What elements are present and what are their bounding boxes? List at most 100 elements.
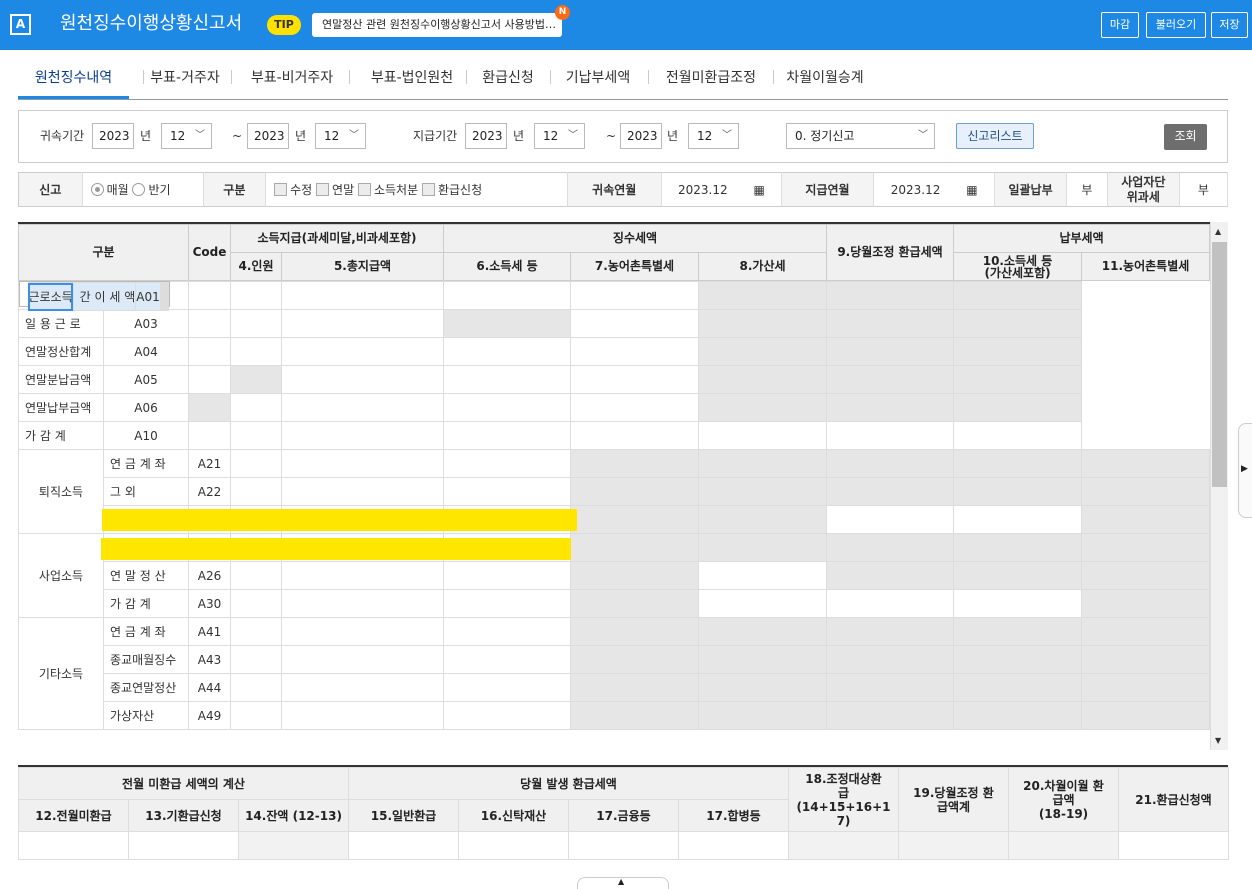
report-list-button[interactable]: 신고리스트 [956, 123, 1034, 149]
table-row[interactable]: 가 감 계 A30 [19, 589, 1211, 618]
amount-cell[interactable] [570, 281, 699, 310]
amount-cell[interactable] [281, 701, 444, 730]
belong-to-month-select[interactable]: 12 ﹀ [315, 123, 366, 149]
amount-cell[interactable] [230, 477, 282, 506]
c17-cell[interactable] [568, 831, 679, 860]
pay-ym-field[interactable]: 2023.12 ▦ [873, 172, 996, 207]
load-button[interactable]: 불러오기 [1146, 12, 1206, 38]
amount-cell[interactable] [570, 365, 699, 394]
amount-cell[interactable] [281, 449, 444, 478]
belong-from-year-input[interactable]: 2023 [92, 123, 134, 149]
table-row[interactable]: 퇴직소득 연 금 계 좌 A21 [18, 449, 1211, 534]
belong-to-year-input[interactable]: 2023 [247, 123, 289, 149]
amount-cell[interactable] [826, 589, 955, 618]
report-cycle-radio[interactable]: 매월 반기 [82, 172, 204, 207]
amount-cell[interactable] [443, 337, 571, 366]
table-row[interactable]: 연말분납금액 A05 [18, 365, 1210, 394]
amount-cell[interactable] [570, 393, 699, 422]
amount-cell[interactable] [443, 477, 571, 506]
pay-to-month-select[interactable]: 12 ﹀ [688, 123, 739, 149]
amount-cell[interactable] [697, 421, 828, 450]
table-row[interactable]: 연말정산합계 A04 [18, 337, 1210, 366]
c13-cell[interactable] [128, 831, 239, 860]
amount-cell[interactable] [188, 281, 231, 310]
c17b-cell[interactable] [678, 831, 789, 860]
amount-cell[interactable] [188, 309, 231, 338]
table-row[interactable]: 기타소득 연 금 계 좌 A41 [18, 617, 1211, 730]
amount-cell[interactable] [230, 673, 282, 702]
table-row[interactable]: 연말납부금액 A06 [18, 393, 1210, 422]
amount-cell[interactable] [281, 393, 444, 422]
amount-cell[interactable] [281, 645, 444, 674]
amount-cell[interactable] [443, 645, 571, 674]
kind-checkboxes[interactable]: 수정 연말 소득처분 환급신청 [265, 172, 568, 207]
amount-cell[interactable] [230, 589, 282, 618]
checkbox-icon[interactable] [421, 183, 435, 196]
amount-cell[interactable] [826, 505, 955, 534]
tip-badge[interactable]: TIP [267, 15, 301, 35]
calendar-icon[interactable]: ▦ [753, 183, 764, 197]
save-button[interactable]: 저장 [1211, 12, 1248, 38]
belong-ym-field[interactable]: 2023.12 ▦ [661, 172, 782, 207]
amount-cell[interactable] [281, 477, 444, 506]
amount-cell[interactable] [281, 589, 444, 618]
amount-cell[interactable] [188, 365, 231, 394]
amount-cell[interactable] [281, 617, 444, 646]
amount-cell[interactable] [443, 617, 571, 646]
amount-cell[interactable] [570, 421, 699, 450]
amount-cell[interactable] [443, 561, 571, 590]
amount-cell[interactable] [570, 309, 699, 338]
tab-prev-refund[interactable]: 전월미환급조정 [656, 64, 766, 99]
amount-cell[interactable] [953, 589, 1083, 618]
table-row[interactable]: 가 감 계 A10 [18, 421, 1210, 450]
amount-cell[interactable] [443, 281, 571, 310]
scroll-up-icon[interactable]: ▲ [1215, 227, 1221, 236]
side-panel-toggle[interactable]: ▶ [1238, 423, 1252, 518]
pay-from-year-input[interactable]: 2023 [465, 123, 507, 149]
table-row[interactable]: 일 용 근 로 A03 [18, 309, 1210, 338]
table-row[interactable]: 근로소득 간 이 세 액 A01 [18, 281, 170, 311]
amount-cell[interactable] [188, 421, 231, 450]
amount-cell[interactable] [443, 393, 571, 422]
c21-cell[interactable] [1118, 831, 1229, 860]
tip-message[interactable]: 연말정산 관련 원천징수이행상황신고서 사용방법… [312, 13, 562, 37]
checkbox-icon[interactable] [357, 183, 371, 196]
table-row[interactable]: 종교매월징수 A43 [19, 645, 1211, 674]
amount-cell[interactable] [230, 449, 282, 478]
checkbox-icon[interactable] [274, 183, 288, 196]
amount-cell[interactable] [281, 365, 444, 394]
c15-cell[interactable] [348, 831, 459, 860]
lump-value[interactable]: 부 [1066, 172, 1108, 207]
checkbox-icon[interactable] [316, 183, 330, 196]
amount-cell[interactable] [281, 337, 444, 366]
biz-value[interactable]: 부 [1179, 172, 1229, 207]
report-type-select[interactable]: 0. 정기신고 ﹀ [786, 123, 935, 149]
amount-cell[interactable] [697, 589, 828, 618]
amount-cell[interactable] [281, 561, 444, 590]
amount-cell[interactable] [188, 337, 231, 366]
amount-cell[interactable] [230, 309, 282, 338]
table-row[interactable]: 그 외 A22 [19, 477, 1211, 506]
pay-to-year-input[interactable]: 2023 [620, 123, 662, 149]
amount-cell[interactable] [570, 337, 699, 366]
tab-nonresident[interactable]: 부표-비거주자 [239, 64, 345, 99]
radio-icon[interactable] [132, 183, 146, 196]
belong-from-month-select[interactable]: 12 ﹀ [161, 123, 212, 149]
amount-cell[interactable] [697, 561, 828, 590]
amount-cell[interactable] [953, 505, 1083, 534]
c16-cell[interactable] [458, 831, 569, 860]
bottom-panel-toggle[interactable]: ▲ [577, 877, 669, 889]
amount-cell[interactable] [230, 421, 282, 450]
amount-cell[interactable] [443, 701, 571, 730]
search-button[interactable]: 조회 [1164, 124, 1207, 150]
radio-icon[interactable] [90, 183, 104, 196]
amount-cell[interactable] [281, 673, 444, 702]
amount-cell[interactable] [443, 365, 571, 394]
amount-cell[interactable] [443, 421, 571, 450]
scroll-thumb[interactable] [1212, 242, 1227, 487]
scroll-down-icon[interactable]: ▼ [1215, 736, 1221, 745]
tab-corporate[interactable]: 부표-법인원천 [357, 64, 467, 99]
amount-cell[interactable] [826, 421, 955, 450]
amount-cell[interactable] [230, 617, 282, 646]
amount-cell[interactable] [230, 701, 282, 730]
